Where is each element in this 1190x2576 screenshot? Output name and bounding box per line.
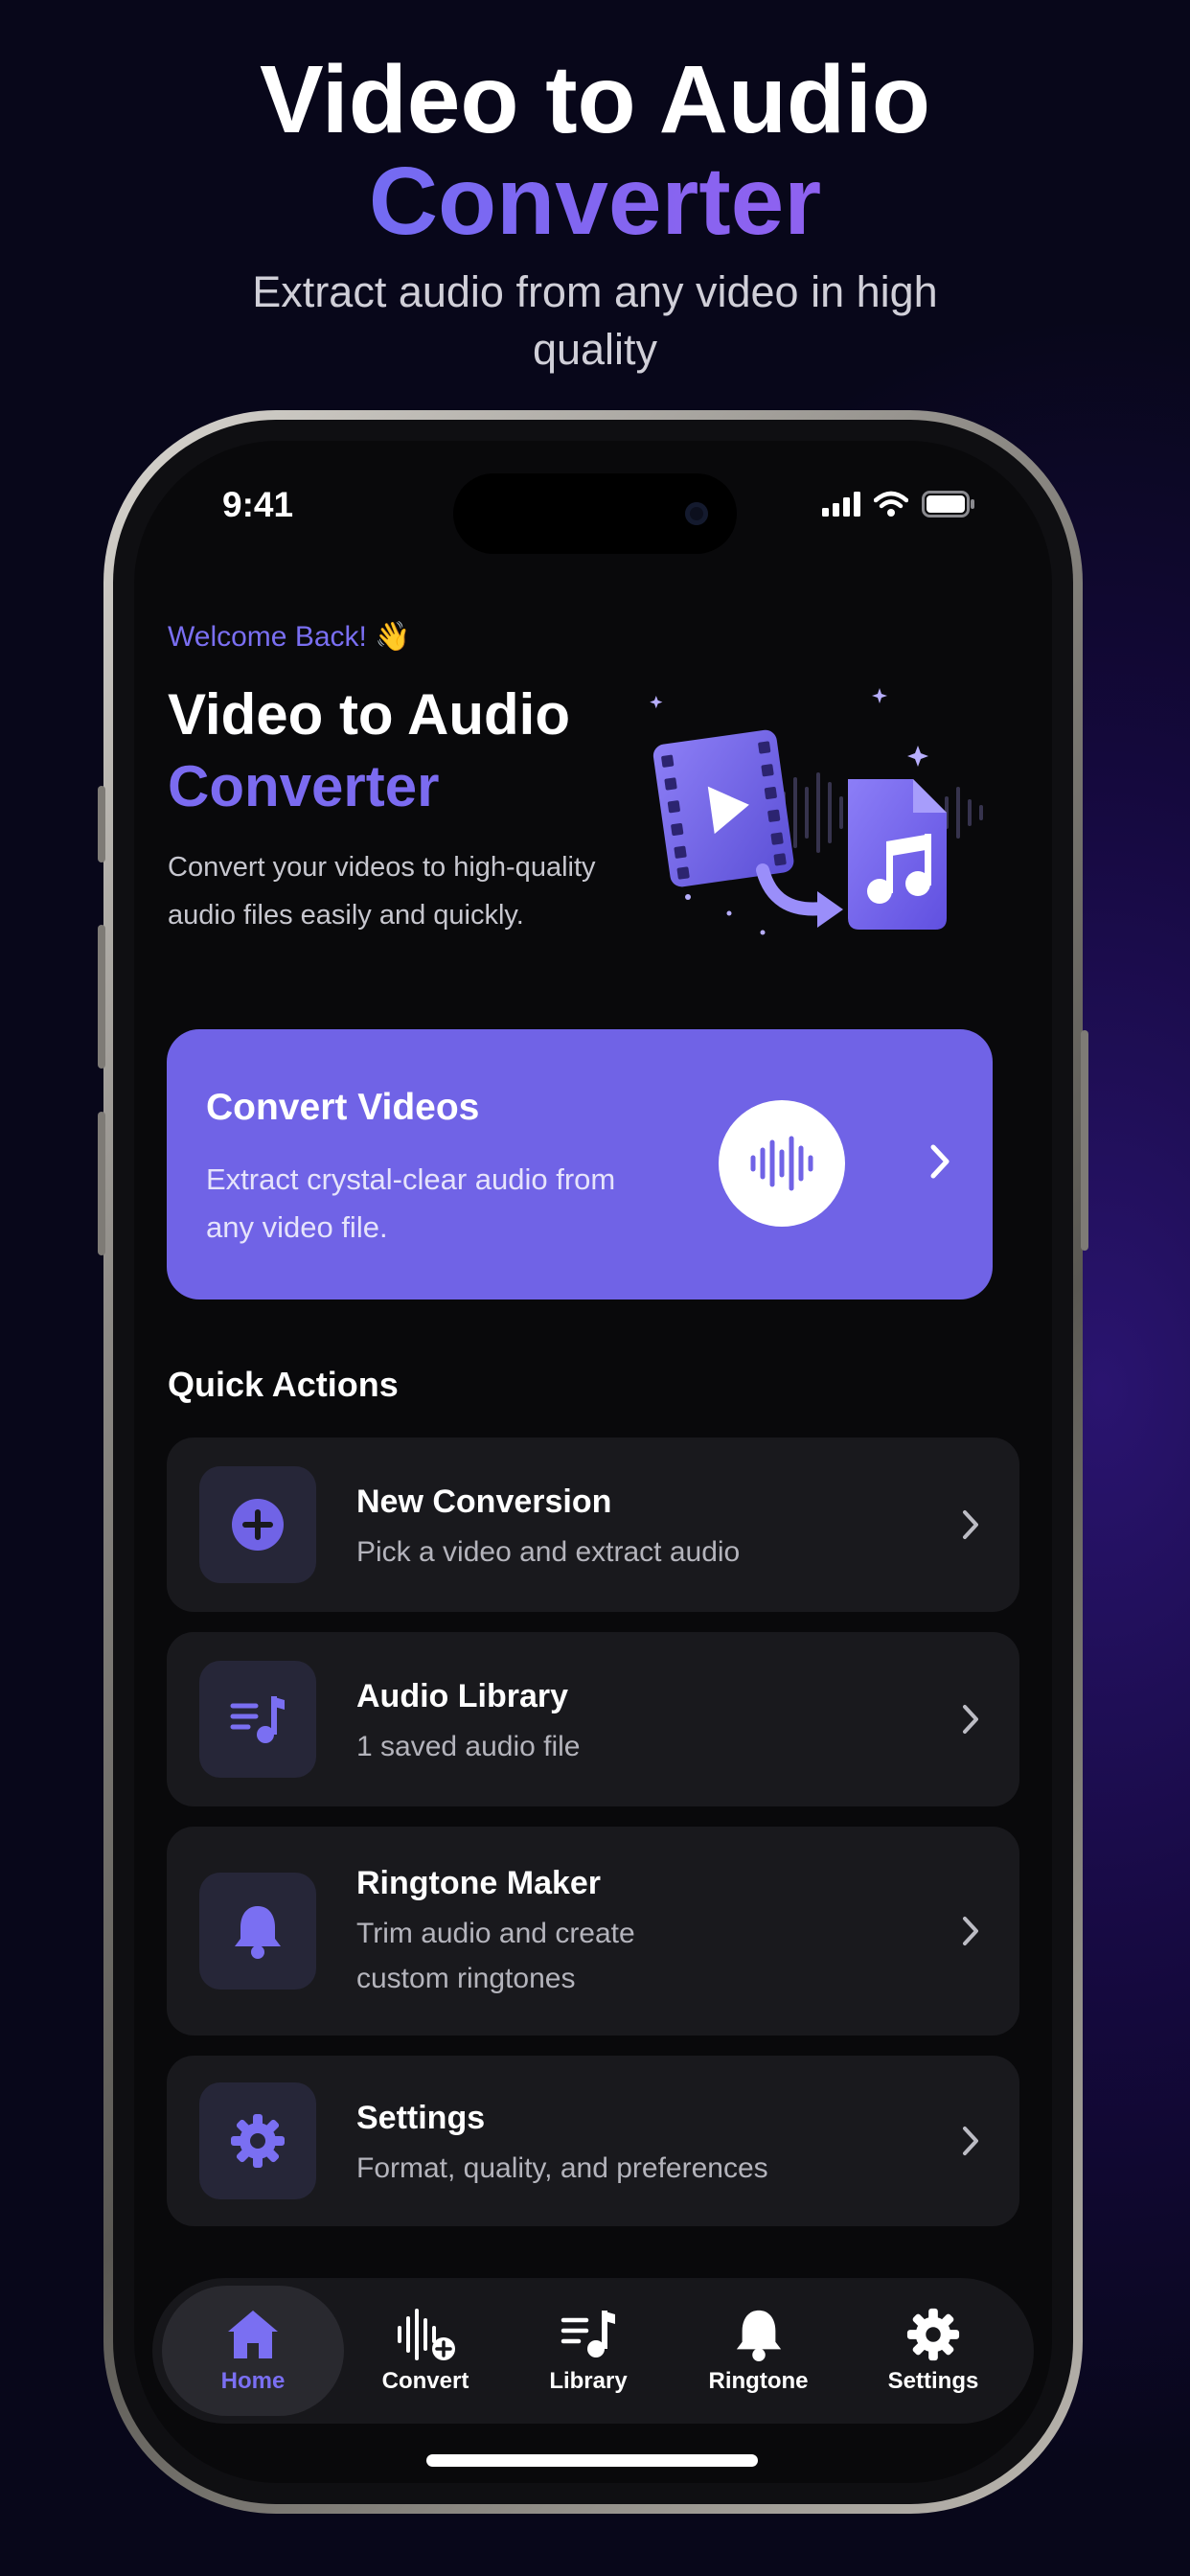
gear-icon [231,2114,285,2168]
tab-library[interactable]: Library [507,2286,670,2416]
volume-down-button [98,1112,105,1255]
quick-action-settings[interactable]: Settings Format, quality, and preference… [167,2056,1019,2226]
status-icons [822,491,975,518]
home-indicator[interactable] [426,2454,758,2467]
tab-ringtone[interactable]: Ringtone [675,2286,842,2416]
tab-label: Home [220,2368,286,2394]
convert-videos-card[interactable]: Convert Videos Extract crystal-clear aud… [167,1029,993,1300]
bell-icon [235,1906,281,1959]
music-list-icon [561,2311,615,2358]
tab-settings[interactable]: Settings [847,2286,1019,2416]
dynamic-island [453,473,737,554]
quick-action-title: Ringtone Maker [356,1865,602,1901]
quick-action-subtitle: 1 saved audio file [356,1731,581,1762]
cellular-signal-icon [822,492,860,517]
action-button [98,786,105,862]
waveform-icon [750,1136,813,1191]
promo-subtitle: Extract audio from any video in high qua… [252,267,938,374]
waveform-button[interactable] [719,1100,845,1227]
app-screen: 9:41 Welcome Back! 👋 Video to Audio Conv… [134,441,1052,2483]
hero-title-line2: Converter [168,754,440,818]
quick-actions-heading: Quick Actions [168,1365,399,1404]
chevron-right-icon [963,2127,978,2155]
gear-icon [906,2308,960,2361]
chevron-right-icon [963,1917,978,1945]
quick-action-subtitle: Format, quality, and preferences [356,2152,768,2184]
hero-title-line1: Video to Audio [168,682,570,747]
quick-action-ringtone-maker[interactable]: Ringtone Maker Trim audio and create cus… [167,1827,1019,2036]
camera-icon [685,502,708,525]
home-icon [228,2311,278,2358]
hero-title: Video to Audio Converter [168,678,570,822]
tab-home[interactable]: Home [162,2286,344,2416]
new-conversion-icon-box [199,1466,316,1583]
chevron-right-icon [963,1705,978,1734]
tab-label: Settings [887,2368,979,2394]
tab-bar: Home Convert Library Ringtone Settings [152,2278,1034,2424]
promo-title-line2: Converter [0,150,1190,253]
plus-circle-icon [232,1499,284,1551]
quick-action-audio-library[interactable]: Audio Library 1 saved audio file [167,1632,1019,1806]
quick-action-subtitle: Trim audio and create custom ringtones [356,1918,635,1994]
volume-up-button [98,925,105,1069]
bell-icon [736,2310,781,2361]
welcome-text: Welcome Back! 👋 [168,621,411,653]
convert-card-subtitle: Extract crystal-clear audio from any vid… [206,1162,616,1244]
video-to-audio-illustration-icon [650,688,983,935]
tab-label: Library [549,2368,628,2394]
quick-action-new-conversion[interactable]: New Conversion Pick a video and extract … [167,1438,1019,1612]
power-button [1081,1030,1088,1251]
tab-label: Convert [381,2368,469,2394]
audio-library-icon-box [199,1661,316,1778]
wifi-icon [874,491,908,517]
settings-icon-box [199,2082,316,2199]
battery-icon [922,491,974,518]
chevron-right-icon [963,1510,978,1539]
status-time: 9:41 [222,485,294,524]
promo-title-line1: Video to Audio [260,46,930,153]
tab-label: Ringtone [708,2368,809,2394]
chevron-right-icon [930,1144,950,1179]
quick-action-title: Settings [356,2100,486,2136]
music-list-icon [230,1696,285,1743]
convert-card-title: Convert Videos [206,1087,480,1128]
quick-action-title: New Conversion [356,1484,612,1520]
tab-convert[interactable]: Convert [344,2286,507,2416]
ringtone-maker-icon-box [199,1873,316,1990]
hero-description: Convert your videos to high-quality audi… [168,852,596,931]
quick-action-subtitle: Pick a video and extract audio [356,1536,741,1568]
waveform-plus-icon [398,2309,455,2360]
quick-action-title: Audio Library [356,1678,569,1714]
